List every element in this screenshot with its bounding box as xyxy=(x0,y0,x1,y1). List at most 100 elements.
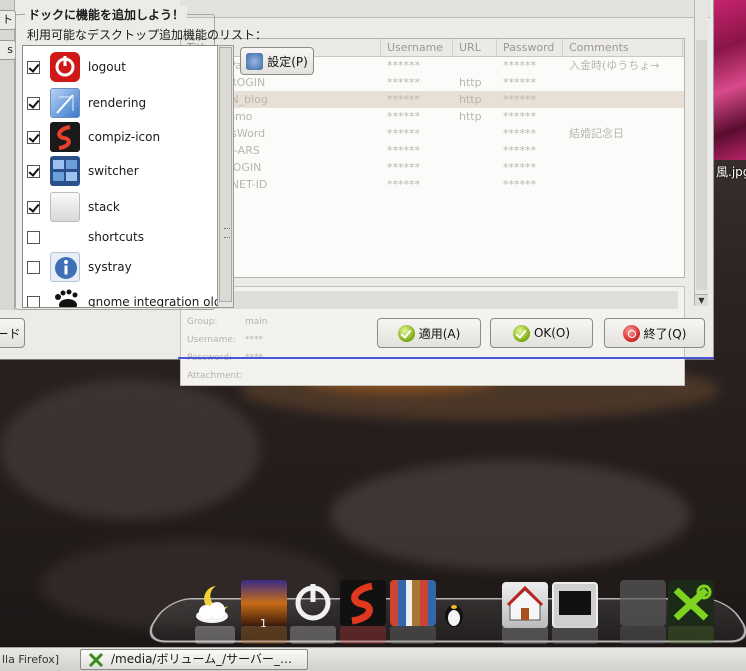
logout-icon[interactable] xyxy=(290,580,336,626)
table-cell-password: ****** xyxy=(503,127,536,140)
desktop-image-label[interactable]: 風.jpg xyxy=(716,163,746,180)
left-tab-1[interactable]: ット xyxy=(0,10,16,30)
col-username[interactable]: Username xyxy=(381,39,453,56)
list-item[interactable]: switcher xyxy=(27,155,212,187)
taskbar-file-manager[interactable]: /media/ボリューム_/サーバー_… xyxy=(80,649,308,670)
item-label: systray xyxy=(88,260,132,274)
info-icon xyxy=(50,252,80,282)
list-item[interactable]: systray xyxy=(27,251,212,283)
checkbox[interactable] xyxy=(27,130,40,144)
power-icon xyxy=(50,52,80,82)
settings-icon xyxy=(246,52,264,70)
list-caption: 利用可能なデスクトップ追加機能のリスト： xyxy=(27,28,268,42)
table-row[interactable]: 1_IPAT_INET-ID************ xyxy=(181,176,684,193)
list-scrollbar-thumb[interactable] xyxy=(219,47,232,302)
table-cell-url xyxy=(453,176,497,193)
stack-icon xyxy=(50,192,80,222)
table-cell-url xyxy=(453,142,497,159)
rendering-icon xyxy=(50,88,80,118)
table-cell-username: ****** xyxy=(387,59,420,72)
checkbox[interactable] xyxy=(27,230,40,244)
ok-button[interactable]: OK(O) xyxy=(490,318,593,348)
table-cell-password: ****** xyxy=(503,178,536,191)
applet-list[interactable]: logout rendering compiz-icon switcher st… xyxy=(22,45,234,308)
table-cell-url: http xyxy=(459,76,482,89)
terminal-icon[interactable] xyxy=(552,582,598,628)
stack-icon[interactable] xyxy=(390,580,436,626)
left-tab-2[interactable]: s xyxy=(0,40,16,60)
apply-button[interactable]: 適用(A) xyxy=(377,318,481,348)
scroll-down-arrow-icon[interactable]: ▼ xyxy=(695,294,708,306)
list-scrollbar[interactable] xyxy=(217,45,234,308)
table-row[interactable]: IPAT-PassWord************結婚記念日 xyxy=(181,125,684,142)
check-icon xyxy=(397,324,415,342)
col-password[interactable]: Password xyxy=(497,39,563,56)
detail-field: Attachment: xyxy=(181,367,684,385)
tux-icon[interactable] xyxy=(442,598,466,628)
compiz-icon[interactable] xyxy=(340,580,386,626)
table-row[interactable]: 2_IPAT-ROGIN************ xyxy=(181,159,684,176)
table-cell-username: ****** xyxy=(387,110,420,123)
xmlrpc-icon xyxy=(88,652,104,668)
table-cell-comments xyxy=(563,108,683,125)
blank-icon[interactable] xyxy=(620,580,666,626)
table-cell-url: http xyxy=(459,93,482,106)
col-comments[interactable]: Comments xyxy=(563,39,683,56)
table-cell-username: ****** xyxy=(387,127,420,140)
checkbox[interactable] xyxy=(27,200,40,214)
home-icon[interactable] xyxy=(502,582,548,628)
scrollbar-thumb[interactable] xyxy=(696,40,707,290)
switcher-icon xyxy=(50,156,80,186)
table-cell-url xyxy=(453,159,497,176)
table-cell-username: ****** xyxy=(387,178,420,191)
detail-key: Attachment: xyxy=(187,371,243,381)
settings-button-label: 設定(P) xyxy=(267,54,308,69)
table-cell-password: ****** xyxy=(503,59,536,72)
window-scrollbar[interactable]: ▼ xyxy=(694,0,708,306)
item-label: compiz-icon xyxy=(88,130,161,144)
taskbar-firefox[interactable]: lla Firefox] xyxy=(0,650,70,670)
table-row[interactable]: e-Bank-ROGIN******http****** xyxy=(181,74,684,91)
list-item[interactable]: gnome integration old xyxy=(27,286,221,307)
left-cut-button[interactable]: ード xyxy=(0,318,25,348)
table-cell-comments: 入金時(ゆうちょ→ xyxy=(569,59,660,72)
xmlrpc-icon[interactable] xyxy=(668,580,714,626)
col-url[interactable]: URL xyxy=(453,39,497,56)
table-cell-url xyxy=(453,125,497,142)
weather-icon[interactable] xyxy=(190,580,236,626)
table-cell-comments xyxy=(563,159,683,176)
list-item[interactable]: compiz-icon xyxy=(27,121,212,153)
desktop-photo xyxy=(714,0,746,160)
detail-title: N_blog xyxy=(187,291,678,309)
list-item[interactable]: shortcuts xyxy=(27,221,212,253)
detail-key: Username: xyxy=(187,335,236,345)
taskbar-file-manager-label: /media/ボリューム_/サーバー_… xyxy=(111,652,293,666)
quit-button[interactable]: 終了(Q) xyxy=(604,318,705,348)
table-cell-comments xyxy=(563,74,683,91)
list-item[interactable]: logout xyxy=(27,51,212,83)
frame-title: ドックに機能を追加しよう！ xyxy=(25,6,188,23)
table-cell-comments: 結婚記念日 xyxy=(569,127,624,140)
left-cut-button-label: ード xyxy=(0,326,21,341)
apply-button-label: 適用(A) xyxy=(418,326,461,341)
list-item[interactable]: stack xyxy=(27,191,212,223)
table-cell-password: ****** xyxy=(503,161,536,174)
table-cell-comments xyxy=(563,142,683,159)
blank-icon xyxy=(50,222,80,252)
checkbox[interactable] xyxy=(27,164,40,178)
table-row[interactable]: 3_IPAT_P-ARS************ xyxy=(181,142,684,159)
table-cell-username: ****** xyxy=(387,144,420,157)
item-label: shortcuts xyxy=(88,230,144,244)
checkbox[interactable] xyxy=(27,60,40,74)
table-cell-password: ****** xyxy=(503,144,536,157)
list-item[interactable]: rendering xyxy=(27,87,212,119)
table-cell-username: ****** xyxy=(387,161,420,174)
checkbox[interactable] xyxy=(27,96,40,110)
table-row[interactable]: RAKUTEN_blog******http****** xyxy=(181,91,684,108)
settings-button[interactable]: 設定(P) xyxy=(240,47,314,75)
item-label: rendering xyxy=(88,96,147,110)
checkbox[interactable] xyxy=(27,260,40,274)
item-label: stack xyxy=(88,200,120,214)
checkbox[interactable] xyxy=(27,295,40,307)
table-row[interactable]: NTTdocomo******http****** xyxy=(181,108,684,125)
